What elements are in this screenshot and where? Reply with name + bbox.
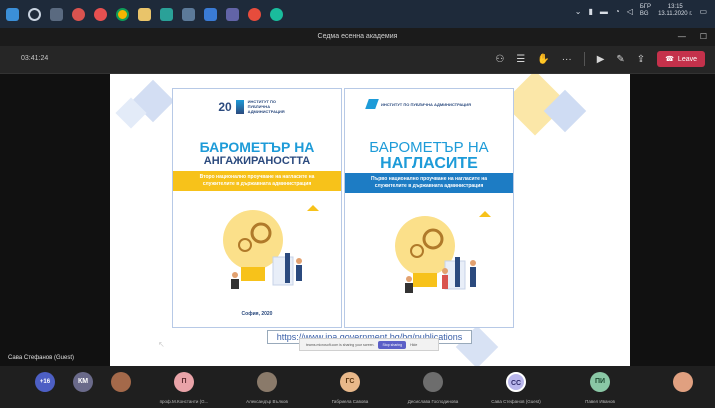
avatar: П — [174, 372, 194, 392]
right-book-title-line2: НАГЛАСИТЕ — [380, 155, 478, 172]
clock-date: 13.11.2020 г. — [658, 11, 693, 17]
app-icon-7[interactable] — [248, 7, 261, 21]
right-book-title-line1: БАРОМЕТЪР НА — [369, 139, 489, 156]
more-options-icon[interactable]: ··· — [562, 54, 572, 65]
avatar-photo — [111, 372, 131, 392]
shared-screen-stage: 20 ИНСТИТУТ ПО ПУБЛИЧНА АДМИНИСТРАЦИЯ БА… — [0, 74, 715, 366]
ipa-logo-icon — [365, 99, 379, 109]
meeting-toolbar: 03:41:24 ⚇ ☰ ✋ ··· ▶ ✎ ⇪ ☎ Leave — [0, 46, 715, 74]
start-icon[interactable] — [6, 7, 19, 21]
participant-name: проф.М.Константи (G... — [159, 399, 209, 404]
logo-text: ИНСТИТУТ ПО ПУБЛИЧНА АДМИНИСТРАЦИЯ — [247, 99, 285, 114]
windows-taskbar: ⌄ ▮ ▬ ◔ ◁ БГР BG 13:15 13.11.2020 г. ▭ — [0, 0, 715, 28]
system-tray: ⌄ ▮ ▬ ◔ ◁ БГР BG 13:15 13.11.2020 г. ▭ — [575, 4, 707, 18]
left-book-city-year: София, 2020 — [241, 311, 273, 317]
lang-top: БГР — [639, 4, 652, 10]
language-indicator[interactable]: БГР BG — [640, 4, 651, 18]
participant-name: Десислава Господинова — [407, 399, 459, 404]
teams-icon[interactable] — [226, 7, 239, 21]
usb-icon[interactable]: ▮ — [588, 7, 592, 16]
wifi-icon[interactable]: ◔ — [615, 7, 620, 16]
screen-share-notice: teams.microsoft.com is sharing your scre… — [299, 338, 439, 351]
app-icon-8[interactable] — [270, 7, 283, 21]
participant-tile[interactable]: ПИ Павел Иванов — [561, 372, 639, 408]
participants-icon[interactable]: ⚇ — [495, 54, 504, 65]
participant-tile[interactable]: СС Сава Стефанов (Guest) — [477, 372, 555, 408]
phone-icon: ☎ — [665, 56, 674, 63]
avatar: СС — [506, 372, 526, 392]
minimize-icon[interactable]: — — [678, 28, 686, 46]
app-icon-1[interactable] — [72, 7, 85, 21]
task-view-icon[interactable] — [50, 7, 63, 21]
leave-label: Leave — [677, 55, 697, 63]
share-screen-icon[interactable]: ⇪ — [637, 54, 645, 65]
lightbulb-illustration — [395, 211, 491, 293]
leave-button[interactable]: ☎ Leave — [657, 51, 705, 67]
app-icon-5[interactable] — [182, 7, 195, 21]
participant-tile[interactable]: П проф.М.Константи (G... — [145, 372, 223, 408]
participant-tile[interactable] — [644, 372, 715, 408]
lang-bottom: BG — [639, 11, 649, 17]
participant-name: Александър Вълков — [246, 399, 288, 404]
chrome-icon[interactable] — [116, 7, 129, 21]
clock[interactable]: 13:15 13.11.2020 г. — [658, 4, 692, 18]
ipa-logo-icon — [235, 99, 244, 114]
participant-tile[interactable]: ГС Габриела Савова — [311, 372, 389, 408]
logo-number: 20 — [218, 99, 232, 114]
avatar-photo — [423, 372, 443, 392]
participant-name: Сава Стефанов (Guest) — [491, 399, 541, 404]
mic-off-icon[interactable]: ✎ — [616, 54, 624, 65]
avatar: ПИ — [590, 372, 610, 392]
participant-name: Павел Иванов — [585, 399, 615, 404]
app-icon-3[interactable] — [138, 7, 151, 21]
hide-button[interactable]: Hide — [410, 343, 417, 347]
meeting-timer: 03:41:24 — [21, 55, 49, 62]
window-title: Седма есенна академия — [317, 33, 398, 40]
app-icon-6[interactable] — [204, 7, 217, 21]
volume-icon[interactable]: ◁ — [627, 7, 633, 16]
notifications-icon[interactable]: ▭ — [699, 7, 707, 16]
participant-name: Габриела Савова — [331, 399, 369, 404]
toolbar-divider — [583, 52, 585, 66]
participant-strip: +16 КМ П проф.М.Константи (G... Александ… — [0, 366, 715, 408]
network-icon[interactable]: ▬ — [600, 7, 608, 16]
right-book-logo: ИНСТИТУТ ПО ПУБЛИЧНА АДМИНИСТРАЦИЯ — [345, 99, 513, 109]
participant-tile[interactable]: Александър Вълков — [228, 372, 306, 408]
lightbulb-illustration — [223, 205, 319, 289]
teams-window: ⌄ ▮ ▬ ◔ ◁ БГР BG 13:15 13.11.2020 г. ▭ С… — [0, 0, 715, 408]
participant-tile[interactable]: Десислава Господинова — [394, 372, 472, 408]
raise-hand-icon[interactable]: ✋ — [537, 54, 549, 65]
avatar-photo — [673, 372, 693, 392]
presenter-name-label: Сава Стефанов (Guest) — [8, 355, 74, 361]
app-icon-4[interactable] — [160, 7, 173, 21]
title-bar: Седма есенна академия — ☐ — [0, 28, 715, 46]
right-book-subtitle-band: Първо национално проучване на нагласите … — [345, 173, 513, 193]
left-book-subtitle-band: Второ национално проучване на нагласите … — [173, 171, 341, 191]
avatar-photo — [257, 372, 277, 392]
maximize-icon[interactable]: ☐ — [700, 28, 707, 46]
clock-time: 13:15 — [667, 4, 683, 10]
share-notice-text: teams.microsoft.com is sharing your scre… — [306, 342, 375, 347]
left-book-title-line1: БАРОМЕТЪР НА — [199, 139, 315, 155]
right-book-cover: ИНСТИТУТ ПО ПУБЛИЧНА АДМИНИСТРАЦИЯ БАРОМ… — [344, 88, 514, 328]
stop-sharing-button[interactable]: Stop sharing — [378, 340, 407, 349]
left-book-cover: 20 ИНСТИТУТ ПО ПУБЛИЧНА АДМИНИСТРАЦИЯ БА… — [172, 88, 342, 328]
chat-icon[interactable]: ☰ — [516, 54, 525, 65]
mouse-cursor-icon: ↖ — [158, 340, 165, 349]
search-icon[interactable] — [28, 7, 41, 21]
app-icon-2[interactable] — [94, 7, 107, 21]
logo-text: ИНСТИТУТ ПО ПУБЛИЧНА АДМИНИСТРАЦИЯ — [381, 101, 471, 107]
avatar: ГС — [340, 372, 360, 392]
chevron-up-icon[interactable]: ⌄ — [575, 7, 582, 16]
left-book-title-line2: АНГАЖИРАНОСТТА — [203, 155, 311, 167]
shared-slide: 20 ИНСТИТУТ ПО ПУБЛИЧНА АДМИНИСТРАЦИЯ БА… — [110, 74, 630, 366]
camera-off-icon[interactable]: ▶ — [597, 54, 605, 65]
left-book-logo: 20 ИНСТИТУТ ПО ПУБЛИЧНА АДМИНИСТРАЦИЯ — [173, 99, 341, 114]
